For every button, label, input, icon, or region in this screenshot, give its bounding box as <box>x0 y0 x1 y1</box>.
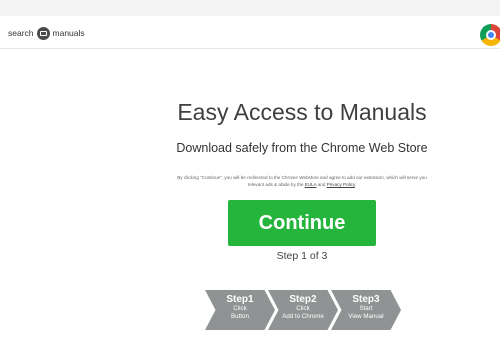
disclaimer-text: By clicking "Continue", you will be redi… <box>170 175 434 188</box>
step-1-line2: Button <box>231 313 249 320</box>
step-2-line2: Add to Chrome <box>282 313 324 320</box>
step-1-arrow: Step1 Click Button <box>205 290 275 330</box>
manual-icon <box>36 26 50 40</box>
step-3-line1: Start <box>359 305 373 312</box>
site-header: search manuals <box>0 16 500 49</box>
step-1-line1: Click <box>233 305 247 312</box>
logo-text-manuals: manuals <box>52 28 85 38</box>
step-1-title: Step1 <box>226 294 254 305</box>
step-3-arrow: Step3 Start View Manual <box>331 290 401 330</box>
step-2-line1: Click <box>296 305 310 312</box>
browser-top-strip <box>0 0 500 16</box>
logo-text-search: search <box>8 28 34 38</box>
chrome-icon <box>480 24 500 46</box>
site-logo[interactable]: search manuals <box>8 25 85 41</box>
eula-link[interactable]: EULA <box>305 182 317 187</box>
disclaimer-lead: By clicking "Continue", you will be redi… <box>177 175 427 187</box>
steps-bar: Step1 Click Button Step2 Click Add to Ch… <box>205 290 405 330</box>
continue-button[interactable]: Continue <box>228 200 376 246</box>
step-2-arrow: Step2 Click Add to Chrome <box>268 290 338 330</box>
disclaimer-end: . <box>354 181 357 187</box>
page-subtitle: Download safely from the Chrome Web Stor… <box>176 141 428 155</box>
disclaimer-middle: and <box>316 181 327 187</box>
step-counter: Step 1 of 3 <box>276 250 328 262</box>
step-3-title: Step3 <box>352 294 380 305</box>
step-3-line2: View Manual <box>348 313 384 320</box>
page-title: Easy Access to Manuals <box>177 99 427 125</box>
privacy-policy-link[interactable]: Privacy Policy <box>327 182 355 187</box>
step-2-title: Step2 <box>289 294 317 305</box>
